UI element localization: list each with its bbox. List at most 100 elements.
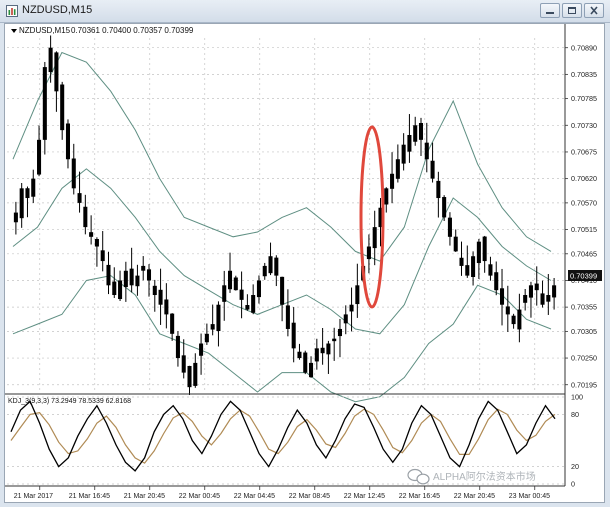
kdj-grid <box>7 396 565 485</box>
candle-body <box>48 47 53 73</box>
window-titlebar[interactable]: NZDUSD,M15 <box>0 0 610 23</box>
candle-body <box>164 299 169 315</box>
time-tick-label: 22 Mar 12:45 <box>344 493 385 500</box>
symbol-label: NZDUSD,M15 <box>19 26 71 35</box>
kdj-k-line <box>10 400 556 472</box>
candle-body <box>251 295 256 313</box>
candle-body <box>204 333 209 343</box>
candle-body <box>175 335 180 359</box>
bollinger-bands <box>12 51 552 403</box>
candle-body <box>494 272 499 291</box>
chart-header: NZDUSD,M15 0.70361 0.70400 0.70357 0.703… <box>11 26 194 35</box>
kdj-tick-label: 80 <box>571 410 579 419</box>
candle-body <box>453 236 458 252</box>
candle-body <box>158 289 163 305</box>
candle-body <box>152 285 157 296</box>
price-tick-label: 0.70570 <box>571 198 597 207</box>
kdj-pane[interactable]: KDJ_3(9,3,3) 73.2949 78.5339 62.8168 <box>7 396 565 485</box>
candle-body <box>384 188 389 205</box>
candle-body <box>89 232 94 237</box>
candle-body <box>94 239 99 247</box>
time-tick-label: 22 Mar 20:45 <box>454 493 495 500</box>
chart-window-icon <box>6 5 18 17</box>
time-tick-label: 22 Mar 08:45 <box>289 493 330 500</box>
price-chart[interactable]: NZDUSD,M15 0.70361 0.70400 0.70357 0.703… <box>5 24 604 502</box>
kdj-axis: 100 80 20 0 <box>571 393 583 489</box>
current-price-marker: 0.70399 <box>568 270 602 281</box>
time-axis: 21 Mar 2017 21 Mar 16:45 21 Mar 20:45 22 Ma… <box>14 486 550 500</box>
candle-body <box>540 293 545 305</box>
window-title: NZDUSD,M15 <box>22 4 93 16</box>
price-tick-label: 0.70730 <box>571 121 597 130</box>
kdj-d-line <box>10 408 556 464</box>
price-tick-label: 0.70785 <box>571 94 597 103</box>
chart-panel[interactable]: NZDUSD,M15 0.70361 0.70400 0.70357 0.703… <box>4 23 605 503</box>
time-tick-label: 22 Mar 04:45 <box>234 493 275 500</box>
candle-body <box>424 142 429 160</box>
price-axis: 0.70890 0.70835 0.70785 0.70730 0.70675 0.706… <box>564 24 597 486</box>
candle-body <box>146 269 152 281</box>
candle-body <box>83 206 88 228</box>
candle-body <box>268 256 273 274</box>
candle-body <box>233 277 238 291</box>
candle-body <box>511 315 516 325</box>
time-tick-label: 23 Mar 00:45 <box>509 493 550 500</box>
candle-body <box>552 285 557 298</box>
candle-body <box>19 188 24 219</box>
price-tick-label: 0.70250 <box>571 354 597 363</box>
candle-body <box>442 197 447 218</box>
candle-body <box>106 264 111 286</box>
price-tick-label: 0.70195 <box>571 380 597 389</box>
dropdown-triangle-icon <box>11 29 17 33</box>
candle-body <box>320 347 325 354</box>
candle-body <box>395 159 400 179</box>
candle-body <box>141 265 146 271</box>
wechat-icon <box>407 468 430 485</box>
candle-body <box>482 236 487 262</box>
candle-body <box>118 280 123 300</box>
candle-body <box>31 178 36 197</box>
candle-body <box>407 134 412 152</box>
close-button[interactable] <box>584 3 604 18</box>
candle-body <box>337 328 343 337</box>
candle-body <box>523 295 528 303</box>
watermark: ALPHA阿尔法资本市场 <box>407 468 536 485</box>
candle-body <box>447 217 452 237</box>
candle-body <box>170 313 175 334</box>
time-tick-label: 21 Mar 16:45 <box>69 493 110 500</box>
candle-body <box>303 352 308 373</box>
candle-body <box>309 362 314 378</box>
candle-body <box>517 309 522 330</box>
candle-body <box>499 288 505 305</box>
candle-body <box>100 250 105 262</box>
candle-body <box>280 276 285 305</box>
minimize-button[interactable] <box>540 3 560 18</box>
restore-icon <box>568 7 576 14</box>
terminal-window: NZDUSD,M15 NZDUSD,M15 0.70361 0.70400 0.… <box>0 0 610 507</box>
watermark-text: ALPHA阿尔法资本市场 <box>433 470 536 483</box>
candle-body <box>274 257 279 276</box>
candle-body <box>210 324 215 330</box>
kdj-tick-label: 0 <box>571 480 575 489</box>
candle-body <box>199 343 204 356</box>
time-tick-label: 21 Mar 2017 <box>14 493 53 500</box>
candle-body <box>13 212 18 223</box>
price-tick-label: 0.70890 <box>571 43 597 52</box>
candle-body <box>123 270 128 288</box>
price-tick-label: 0.70465 <box>571 249 597 258</box>
current-price-label: 0.70399 <box>570 272 597 281</box>
restore-button[interactable] <box>562 3 582 18</box>
candle-body <box>222 285 227 302</box>
candle-body <box>262 265 267 277</box>
price-grid <box>7 38 565 392</box>
candle-body <box>314 348 319 362</box>
candle-body <box>505 306 510 315</box>
candle-body <box>349 304 354 312</box>
kdj-tick-label: 20 <box>571 462 579 471</box>
price-pane[interactable] <box>7 35 565 403</box>
price-tick-label: 0.70515 <box>571 225 597 234</box>
candle-body <box>534 283 539 291</box>
candle-body <box>372 227 377 249</box>
candle-body <box>135 275 140 287</box>
candle-body <box>366 246 371 260</box>
